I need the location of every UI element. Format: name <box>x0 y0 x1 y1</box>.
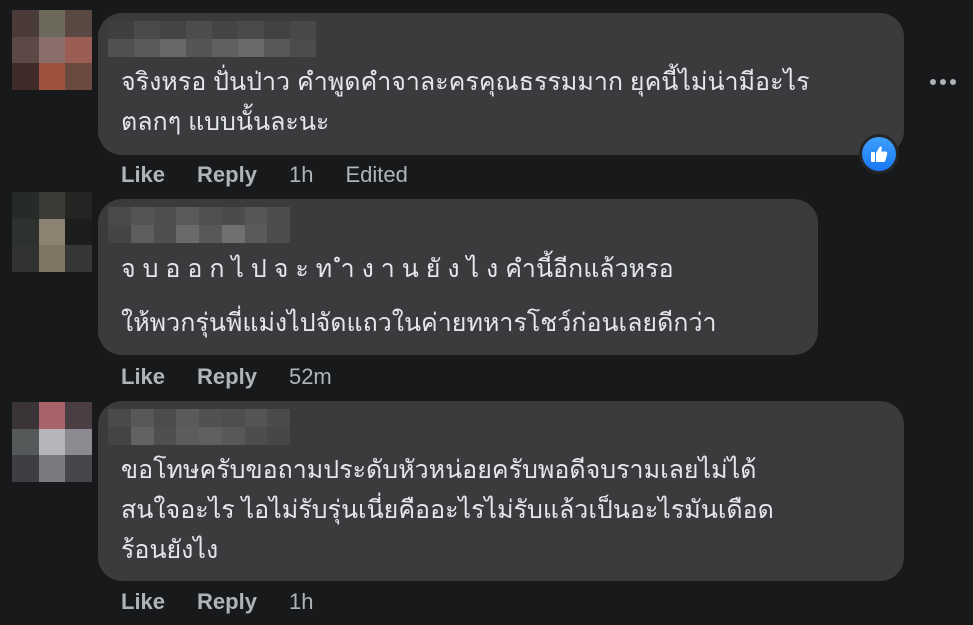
like-button[interactable]: Like <box>121 162 165 188</box>
reaction-badge[interactable] <box>859 134 899 174</box>
comment-actions: Like Reply 52m <box>121 364 332 390</box>
comment-text-line: จ บ อ อ ก ไ ป จ ะ ท ำ ง า น ยั ง ไ ง คำน… <box>121 255 674 283</box>
comment-text-line: จริงหรอ ปั่นป่าว คำพูดคำจาละครคุณธรรมมาก… <box>121 68 810 96</box>
commenter-name-blurred[interactable] <box>108 409 290 445</box>
reply-button[interactable]: Reply <box>197 589 257 615</box>
comment-bubble: จ บ อ อ ก ไ ป จ ะ ท ำ ง า น ยั ง ไ ง คำน… <box>98 199 818 355</box>
commenter-avatar[interactable] <box>12 10 92 90</box>
comment-text-line: ให้พวกรุ่นพี่แม่งไปจัดแถวในค่ายทหารโชว์ก… <box>121 309 717 337</box>
comment-actions: Like Reply 1h Edited <box>121 162 408 188</box>
reply-button[interactable]: Reply <box>197 364 257 390</box>
commenter-name-blurred[interactable] <box>108 207 290 243</box>
like-button[interactable]: Like <box>121 589 165 615</box>
timestamp[interactable]: 1h <box>289 162 313 188</box>
comment-actions: Like Reply 1h <box>121 589 313 615</box>
comment-text-line: สนใจอะไร ไอไม่รับรุ่นเนี่ยคืออะไรไม่รับแ… <box>121 496 774 524</box>
thumbs-up-icon <box>862 137 896 171</box>
like-button[interactable]: Like <box>121 364 165 390</box>
commenter-avatar[interactable] <box>12 192 92 272</box>
comment-text-line: ตลกๆ แบบนั้นละนะ <box>121 108 330 136</box>
comment-bubble: จริงหรอ ปั่นป่าว คำพูดคำจาละครคุณธรรมมาก… <box>98 13 904 155</box>
commenter-name-blurred[interactable] <box>108 21 316 57</box>
comment-text-line: ร้อนยังไง <box>121 536 219 564</box>
reply-button[interactable]: Reply <box>197 162 257 188</box>
timestamp[interactable]: 52m <box>289 364 332 390</box>
timestamp[interactable]: 1h <box>289 589 313 615</box>
edited-label[interactable]: Edited <box>345 162 407 188</box>
more-options-icon[interactable] <box>928 70 958 94</box>
comment-bubble: ขอโทษครับขอถามประดับหัวหน่อยครับพอดีจบรา… <box>98 401 904 581</box>
commenter-avatar[interactable] <box>12 402 92 482</box>
comment-text-line: ขอโทษครับขอถามประดับหัวหน่อยครับพอดีจบรา… <box>121 456 757 484</box>
